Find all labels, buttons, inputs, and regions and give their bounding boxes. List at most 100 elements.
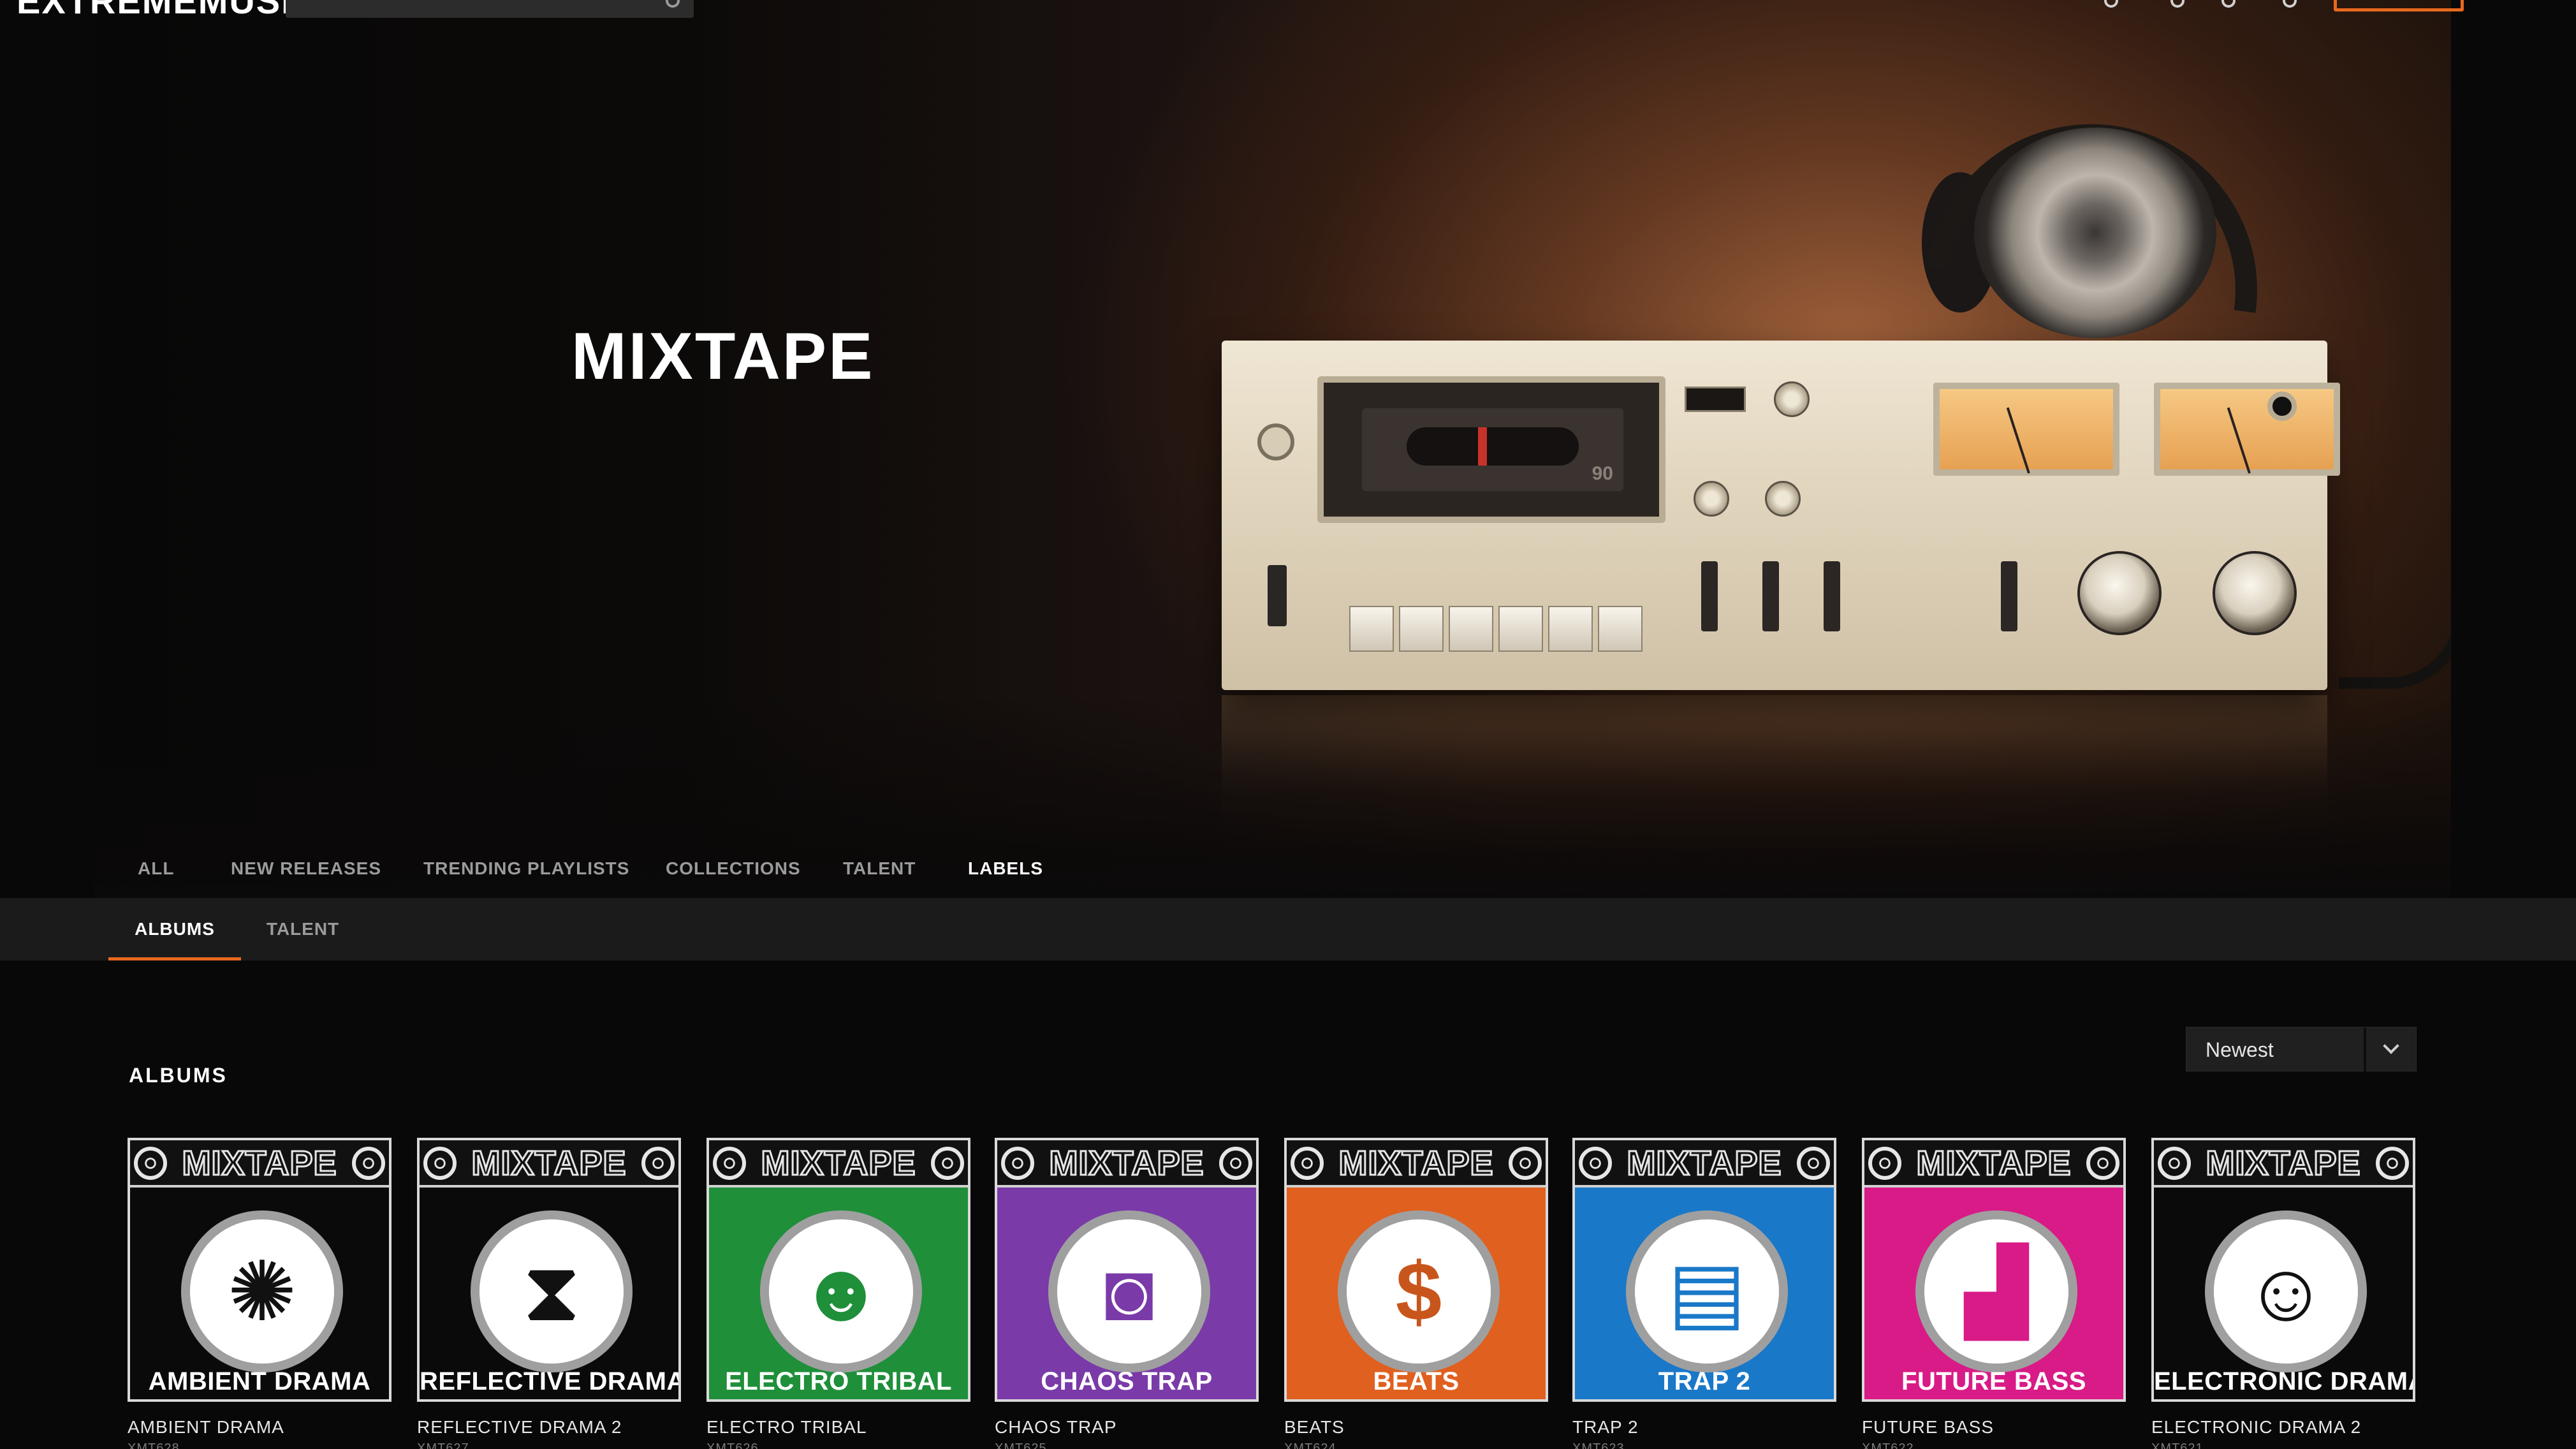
album-card[interactable]: MIXTAPE $ BEATS BEATS XMT624	[1284, 1138, 1548, 1449]
album-card[interactable]: MIXTAPE ▟ FUTURE BASS FUTURE BASS XMT622	[1862, 1138, 2126, 1449]
menu-icon[interactable]	[2283, 0, 2297, 8]
album-title[interactable]: ELECTRONIC DRAMA 2	[2151, 1417, 2361, 1438]
album-cover[interactable]: MIXTAPE ▤ TRAP 2	[1572, 1138, 1836, 1402]
eject-knob	[1257, 423, 1294, 460]
account-button[interactable]	[2334, 0, 2464, 11]
album-cover[interactable]: MIXTAPE ◙ CHAOS TRAP	[995, 1138, 1259, 1402]
album-code: XMT626	[706, 1441, 759, 1449]
tab-trending-playlists[interactable]: TRENDING PLAYLISTS	[423, 853, 629, 884]
theater-masks-icon: ☺	[2243, 1245, 2329, 1338]
cover-name: REFLECTIVE DRAMA 2	[420, 1367, 681, 1395]
album-code: XMT624	[1284, 1441, 1336, 1449]
logo[interactable]: EXTREMEMUSIC	[17, 0, 319, 19]
tab-new-releases[interactable]: NEW RELEASES	[231, 853, 381, 884]
album-cover[interactable]: MIXTAPE ⧗ REFLECTIVE DRAMA 2	[417, 1138, 681, 1402]
headphone-cable	[2339, 408, 2451, 689]
cover-name: ELECTRO TRIBAL	[725, 1367, 952, 1395]
album-title[interactable]: ELECTRO TRIBAL	[706, 1417, 867, 1438]
transport-keys	[1349, 606, 1649, 652]
vu-meter-right	[2154, 383, 2340, 476]
album-card[interactable]: MIXTAPE ▤ TRAP 2 TRAP 2 XMT623	[1572, 1138, 1836, 1449]
reel-icon	[1219, 1147, 1252, 1180]
album-code: XMT622	[1862, 1441, 1914, 1449]
search-input[interactable]	[286, 0, 694, 18]
cover-brand: MIXTAPE	[471, 1144, 627, 1184]
user-icon[interactable]	[2104, 0, 2118, 8]
album-title[interactable]: FUTURE BASS	[1862, 1417, 1994, 1438]
tab-collections[interactable]: COLLECTIONS	[666, 853, 801, 884]
album-title[interactable]: AMBIENT DRAMA	[128, 1417, 284, 1438]
cassette: 90	[1362, 408, 1623, 491]
album-cover[interactable]: MIXTAPE ✺ AMBIENT DRAMA	[128, 1138, 392, 1402]
cover-name: ELECTRONIC DRAMA 2	[2154, 1367, 2413, 1395]
spiral-icon: ✺	[227, 1245, 297, 1338]
hourglass-icon: ⧗	[522, 1245, 581, 1338]
headphones-image	[1974, 128, 2216, 338]
album-code: XMT625	[995, 1441, 1047, 1449]
cassette-deck-image: 90	[1222, 341, 2340, 690]
album-code: XMT621	[2151, 1441, 2204, 1449]
album-code: XMT627	[417, 1441, 469, 1449]
download-icon[interactable]	[2170, 0, 2184, 8]
album-card[interactable]: MIXTAPE ✺ AMBIENT DRAMA AMBIENT DRAMA XM…	[128, 1138, 392, 1449]
cover-brand: MIXTAPE	[1626, 1144, 1782, 1184]
vu-meter-left	[1933, 383, 2119, 476]
album-title[interactable]: BEATS	[1284, 1417, 1345, 1438]
cover-name: FUTURE BASS	[1901, 1367, 2086, 1395]
cover-name: TRAP 2	[1658, 1367, 1751, 1395]
album-title[interactable]: REFLECTIVE DRAMA 2	[417, 1417, 622, 1438]
tiki-mask-icon: ☻	[797, 1245, 885, 1338]
album-title[interactable]: CHAOS TRAP	[995, 1417, 1117, 1438]
tab-talent[interactable]: TALENT	[843, 853, 916, 884]
cover-brand: MIXTAPE	[1915, 1144, 2072, 1184]
cover-name: AMBIENT DRAMA	[148, 1367, 371, 1395]
album-cover[interactable]: MIXTAPE ☺ ELECTRONIC DRAMA 2	[2151, 1138, 2415, 1402]
cover-name: BEATS	[1373, 1367, 1460, 1395]
album-cover[interactable]: MIXTAPE ▟ FUTURE BASS	[1862, 1138, 2126, 1402]
reel-icon	[641, 1147, 675, 1180]
power-switch	[1268, 565, 1287, 626]
reel-icon	[1509, 1147, 1542, 1180]
reel-icon	[1797, 1147, 1830, 1180]
sort-select[interactable]: Newest	[2186, 1027, 2417, 1072]
page-title: MIXTAPE	[571, 320, 875, 394]
album-card[interactable]: MIXTAPE ⧗ REFLECTIVE DRAMA 2 REFLECTIVE …	[417, 1138, 681, 1449]
input-knob	[2213, 551, 2297, 635]
album-code: XMT623	[1572, 1441, 1625, 1449]
album-code: XMT628	[128, 1441, 180, 1449]
cover-brand: MIXTAPE	[181, 1144, 337, 1184]
hero-banner: 90 MIXTAPE	[94, 0, 2451, 898]
cover-brand: MIXTAPE	[2205, 1144, 2361, 1184]
money-stack-icon: ▤	[1667, 1245, 1746, 1338]
reel-icon	[2086, 1147, 2119, 1180]
cassette-bay: 90	[1317, 376, 1665, 523]
album-cover[interactable]: MIXTAPE $ BEATS	[1284, 1138, 1548, 1402]
subtab-albums[interactable]: ALBUMS	[108, 898, 241, 960]
cover-brand: MIXTAPE	[1048, 1144, 1204, 1184]
album-card[interactable]: MIXTAPE ☺ ELECTRONIC DRAMA 2 ELECTRONIC …	[2151, 1138, 2415, 1449]
cart-icon[interactable]	[2221, 0, 2236, 8]
subtab-talent[interactable]: TALENT	[258, 898, 348, 960]
album-title[interactable]: TRAP 2	[1572, 1417, 1639, 1438]
cassette-number: 90	[1592, 463, 1613, 484]
tab-labels[interactable]: LABELS	[968, 853, 1043, 884]
output-knob	[2077, 551, 2162, 635]
dollar-chain-icon: $	[1395, 1245, 1442, 1338]
search-icon[interactable]	[666, 0, 680, 8]
sub-tabs-bar: ALBUMS TALENT	[0, 898, 2576, 960]
cover-brand: MIXTAPE	[1338, 1144, 1494, 1184]
cover-brand: MIXTAPE	[760, 1144, 916, 1184]
speaker-icon: ◙	[1104, 1245, 1155, 1338]
chevron-down-icon[interactable]	[2383, 1038, 2399, 1054]
reel-icon	[2376, 1147, 2409, 1180]
album-card[interactable]: MIXTAPE ◙ CHAOS TRAP CHAOS TRAP XMT625	[995, 1138, 1259, 1449]
tab-all[interactable]: ALL	[138, 853, 174, 884]
album-cover[interactable]: MIXTAPE ☻ ELECTRO TRIBAL	[706, 1138, 970, 1402]
city-skyline-icon: ▟	[1965, 1245, 2028, 1338]
reel-icon	[352, 1147, 385, 1180]
top-bar: EXTREMEMUSIC	[0, 0, 2576, 26]
album-card[interactable]: MIXTAPE ☻ ELECTRO TRIBAL ELECTRO TRIBAL …	[706, 1138, 970, 1449]
album-grid: MIXTAPE ✺ AMBIENT DRAMA AMBIENT DRAMA XM…	[128, 1138, 2417, 1449]
sort-selected-value: Newest	[2206, 1038, 2274, 1061]
cover-name: CHAOS TRAP	[1041, 1367, 1213, 1395]
